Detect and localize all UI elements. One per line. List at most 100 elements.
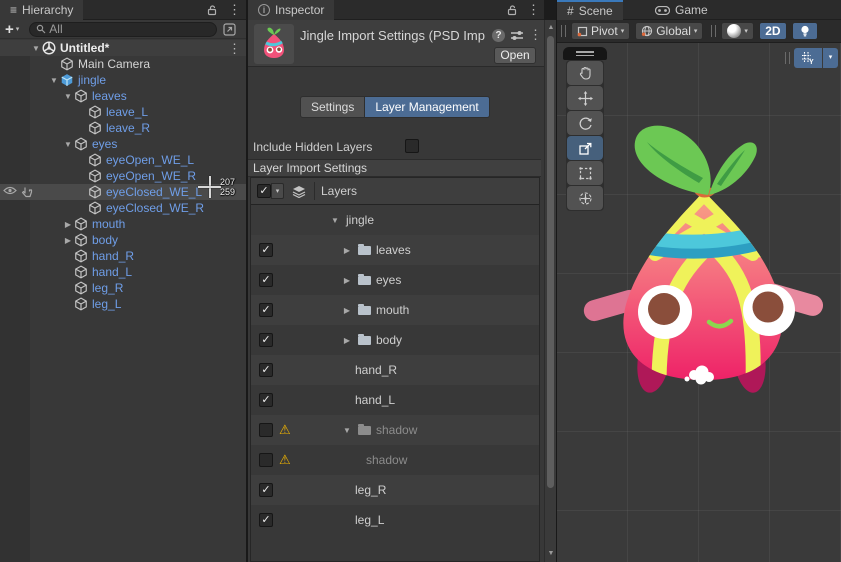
layer-checkbox[interactable]: ✓ <box>259 483 273 497</box>
tab-scene[interactable]: # Scene <box>557 0 623 20</box>
hierarchy-item-hand-l[interactable]: hand_L <box>0 264 246 280</box>
scene-lighting-button[interactable] <box>792 22 818 40</box>
hierarchy-item-main-camera[interactable]: Main Camera <box>0 56 246 72</box>
gameobject-icon <box>74 89 88 103</box>
shading-mode-dropdown[interactable]: ▾ <box>721 22 754 40</box>
foldout-arrow[interactable]: ▼ <box>48 76 60 85</box>
foldout-arrow[interactable]: ▼ <box>341 426 353 435</box>
hierarchy-item-mouth[interactable]: ▶ mouth <box>0 216 246 232</box>
lightbulb-icon <box>800 25 810 38</box>
foldout-arrow[interactable]: ▶ <box>62 236 74 245</box>
tab-inspector[interactable]: i Inspector <box>248 0 334 20</box>
toolbar-drag-handle[interactable] <box>561 25 566 37</box>
layer-row-shadow[interactable]: ⚠ shadow <box>251 445 539 475</box>
rect-tool-button[interactable] <box>567 161 603 185</box>
layer-row-body[interactable]: ✓ ▶ body <box>251 325 539 355</box>
hierarchy-item-jingle[interactable]: ▼ jingle <box>0 72 246 88</box>
open-button[interactable]: Open <box>494 47 536 64</box>
tools-drag-handle[interactable] <box>563 47 607 60</box>
include-hidden-layers-checkbox[interactable] <box>405 139 419 153</box>
foldout-arrow[interactable]: ▼ <box>30 44 42 53</box>
layer-row-mouth[interactable]: ✓ ▶ mouth <box>251 295 539 325</box>
layer-checkbox[interactable]: ✓ <box>259 243 273 257</box>
scene-menu-icon[interactable]: ⋮ <box>228 42 240 55</box>
scale-tool-button[interactable] <box>567 136 603 160</box>
layer-checkbox[interactable] <box>259 453 273 467</box>
foldout-arrow[interactable]: ▶ <box>341 336 353 345</box>
layer-row-shadow-group[interactable]: ⚠ ▼ shadow <box>251 415 539 445</box>
hierarchy-item-body[interactable]: ▶ body <box>0 232 246 248</box>
layer-checkbox[interactable] <box>259 423 273 437</box>
foldout-arrow[interactable]: ▶ <box>62 220 74 229</box>
layer-row-jingle[interactable]: ▼ jingle <box>251 205 539 235</box>
select-all-checkbox[interactable]: ✓ <box>257 184 271 198</box>
foldout-arrow[interactable]: ▶ <box>341 306 353 315</box>
pickability-hand-icon[interactable] <box>21 186 33 198</box>
hierarchy-item-eyeclosed-we-l[interactable]: eyeClosed_WE_L <box>0 184 246 200</box>
visibility-eye-icon[interactable] <box>3 186 17 195</box>
svg-text:Y: Y <box>809 59 814 65</box>
hierarchy-item-eyeopen-we-l[interactable]: eyeOpen_WE_L <box>0 152 246 168</box>
layer-checkbox[interactable]: ✓ <box>259 333 273 347</box>
popout-search-icon[interactable] <box>223 23 236 36</box>
layer-checkbox[interactable]: ✓ <box>259 273 273 287</box>
foldout-arrow[interactable]: ▼ <box>329 216 341 225</box>
hierarchy-item-eyes[interactable]: ▼ eyes <box>0 136 246 152</box>
help-icon[interactable]: ? <box>492 29 505 42</box>
hierarchy-item-leg-r[interactable]: leg_R <box>0 280 246 296</box>
foldout-arrow[interactable]: ▼ <box>62 92 74 101</box>
inspector-menu-icon[interactable]: ⋮ <box>527 3 539 16</box>
toolbar-drag-handle[interactable] <box>711 25 716 37</box>
rotate-tool-icon <box>578 116 593 131</box>
foldout-arrow[interactable]: ▶ <box>341 276 353 285</box>
tab-hierarchy[interactable]: ≡ Hierarchy <box>0 0 83 20</box>
hierarchy-item-leave-l[interactable]: leave_L <box>0 104 246 120</box>
hierarchy-item-leave-r[interactable]: leave_R <box>0 120 246 136</box>
importer-menu-icon[interactable]: ⋮ <box>529 28 541 41</box>
scene-toolbar: Pivot ▾ Global ▾ ▾ 2D <box>557 20 841 43</box>
layer-row-eyes[interactable]: ✓ ▶ eyes <box>251 265 539 295</box>
scrollbar-thumb[interactable] <box>547 36 554 488</box>
2d-toggle-button[interactable]: 2D <box>759 22 787 40</box>
layer-row-hand-r[interactable]: ✓ hand_R <box>251 355 539 385</box>
foldout-arrow[interactable]: ▶ <box>341 246 353 255</box>
hand-tool-button[interactable] <box>567 61 603 85</box>
hierarchy-search-input[interactable]: All <box>29 22 217 37</box>
tab-layer-management[interactable]: Layer Management <box>365 96 489 118</box>
layer-checkbox[interactable]: ✓ <box>259 513 273 527</box>
inspector-scrollbar[interactable]: ▲ ▼ <box>544 20 556 562</box>
move-tool-button[interactable] <box>567 86 603 110</box>
rotate-tool-button[interactable] <box>567 111 603 135</box>
layer-checkbox[interactable]: ✓ <box>259 303 273 317</box>
presets-icon[interactable] <box>510 29 524 42</box>
hierarchy-item-leaves[interactable]: ▼ leaves <box>0 88 246 104</box>
hierarchy-item-hand-r[interactable]: hand_R <box>0 248 246 264</box>
hierarchy-item-eyeopen-we-r[interactable]: eyeOpen_WE_R <box>0 168 246 184</box>
hierarchy-panel: ≡ Hierarchy ⋮ + ▾ All <box>0 0 246 562</box>
grid-options-dropdown[interactable]: ▾ <box>823 48 838 68</box>
pivot-dropdown[interactable]: Pivot ▾ <box>571 22 630 40</box>
layer-checkbox[interactable]: ✓ <box>259 363 273 377</box>
global-dropdown[interactable]: Global ▾ <box>635 22 703 40</box>
hierarchy-scene-row[interactable]: ▼ Untitled* ⋮ <box>0 40 246 56</box>
hierarchy-item-leg-l[interactable]: leg_L <box>0 296 246 312</box>
layer-row-hand-l[interactable]: ✓ hand_L <box>251 385 539 415</box>
create-object-button[interactable]: + ▾ <box>5 22 19 37</box>
scene-viewport[interactable]: Y ▾ <box>557 43 841 562</box>
hierarchy-item-eyeclosed-we-r[interactable]: eyeClosed_WE_R <box>0 200 246 216</box>
foldout-arrow[interactable]: ▼ <box>62 140 74 149</box>
tab-settings[interactable]: Settings <box>300 96 365 118</box>
grid-toggle-button[interactable]: Y <box>794 48 822 68</box>
layer-row-leg-r[interactable]: ✓ leg_R <box>251 475 539 505</box>
layer-checkbox[interactable]: ✓ <box>259 393 273 407</box>
transform-tool-button[interactable] <box>567 186 603 210</box>
layers-stack-icon[interactable] <box>292 185 306 198</box>
lock-icon[interactable] <box>206 4 218 16</box>
lock-icon[interactable] <box>506 4 518 16</box>
hierarchy-menu-icon[interactable]: ⋮ <box>228 3 240 16</box>
checkbox-dropdown-icon[interactable]: ▾ <box>271 183 284 199</box>
tab-game[interactable]: Game <box>645 0 718 20</box>
overlay-drag-handle[interactable] <box>785 52 790 64</box>
layer-row-leg-l[interactable]: ✓ leg_L <box>251 505 539 535</box>
layer-row-leaves[interactable]: ✓ ▶ leaves <box>251 235 539 265</box>
